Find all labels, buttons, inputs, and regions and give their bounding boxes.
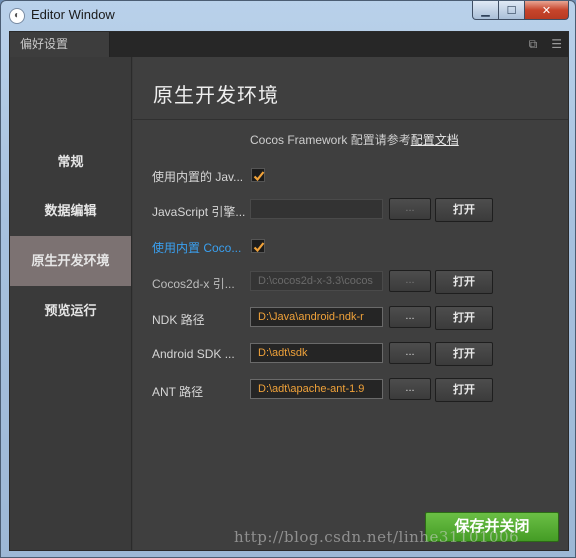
cocos2dx-open-button[interactable]: 打开 bbox=[435, 270, 493, 294]
editor-client-area: 偏好设置 ⧉ ☰ 常规 数据编辑 原生开发环境 预览运行 原生开发环境 Coco… bbox=[9, 31, 569, 551]
window-title: Editor Window bbox=[31, 7, 115, 22]
popout-icon[interactable]: ⧉ bbox=[529, 37, 538, 52]
ant-open-button[interactable]: 打开 bbox=[435, 378, 493, 402]
builtin-cocos-checkbox[interactable] bbox=[251, 239, 265, 253]
builtin-js-label: 使用内置的 Jav... bbox=[152, 170, 244, 184]
tab-tools: ⧉ ☰ bbox=[529, 37, 562, 52]
js-engine-open-button[interactable]: 打开 bbox=[435, 198, 493, 222]
doc-hint-text: Cocos Framework 配置请参考 bbox=[250, 133, 411, 147]
checkmark-icon bbox=[253, 242, 265, 253]
android-sdk-open-button[interactable]: 打开 bbox=[435, 342, 493, 366]
android-sdk-label: Android SDK ... bbox=[152, 347, 235, 361]
doc-link[interactable]: 配置文档 bbox=[411, 133, 459, 147]
ndk-label: NDK 路径 bbox=[152, 313, 205, 327]
minimize-icon: ▁ bbox=[481, 4, 490, 17]
android-sdk-browse-button[interactable]: ... bbox=[389, 342, 431, 364]
maximize-icon: ☐ bbox=[506, 4, 517, 17]
cocos2dx-path-field: D:\cocos2d-x-3.3\cocos bbox=[250, 271, 383, 291]
title-bar[interactable]: ◐ Editor Window ▁ ☐ ✕ bbox=[1, 1, 575, 31]
menu-icon[interactable]: ☰ bbox=[551, 37, 562, 52]
checkmark-icon bbox=[253, 171, 265, 182]
title-divider bbox=[133, 119, 568, 120]
js-engine-label: JavaScript 引擎... bbox=[152, 205, 246, 219]
close-icon: ✕ bbox=[541, 4, 552, 17]
editor-window: ◐ Editor Window ▁ ☐ ✕ 偏好设置 ⧉ ☰ 常规 数据编辑 原… bbox=[0, 0, 576, 558]
window-controls: ▁ ☐ ✕ bbox=[472, 1, 569, 21]
builtin-js-checkbox[interactable] bbox=[251, 168, 265, 182]
preferences-sidebar: 常规 数据编辑 原生开发环境 预览运行 bbox=[10, 57, 132, 550]
watermark: http://blog.csdn.net/linhe31101006 bbox=[234, 528, 520, 546]
settings-panel: 原生开发环境 Cocos Framework 配置请参考配置文档 使用内置的 J… bbox=[133, 57, 568, 550]
cocos-logo-icon: ◐ bbox=[9, 8, 25, 24]
sidebar-item-data-edit[interactable]: 数据编辑 bbox=[10, 186, 131, 236]
ant-browse-button[interactable]: ... bbox=[389, 378, 431, 400]
tab-bar: 偏好设置 ⧉ ☰ bbox=[10, 32, 568, 57]
android-sdk-path-field[interactable]: D:\adt\sdk bbox=[250, 343, 383, 363]
js-engine-path-field[interactable] bbox=[250, 199, 383, 219]
js-engine-browse-button[interactable]: ... bbox=[389, 198, 431, 220]
sidebar-item-preview-run[interactable]: 预览运行 bbox=[10, 286, 131, 336]
ant-path-field[interactable]: D:\adt\apache-ant-1.9 bbox=[250, 379, 383, 399]
sidebar-item-native-env[interactable]: 原生开发环境 bbox=[10, 236, 131, 286]
sidebar-item-general[interactable]: 常规 bbox=[10, 137, 131, 187]
builtin-cocos-label: 使用内置 Coco... bbox=[152, 241, 242, 255]
doc-hint: Cocos Framework 配置请参考配置文档 bbox=[250, 131, 459, 148]
page-title: 原生开发环境 bbox=[153, 85, 279, 107]
ndk-browse-button[interactable]: ... bbox=[389, 306, 431, 328]
ant-label: ANT 路径 bbox=[152, 385, 204, 399]
close-button[interactable]: ✕ bbox=[525, 1, 569, 20]
cocos2dx-browse-button[interactable]: ... bbox=[389, 270, 431, 292]
ndk-path-field[interactable]: D:\Java\android-ndk-r bbox=[250, 307, 383, 327]
maximize-button[interactable]: ☐ bbox=[499, 1, 525, 20]
cocos2dx-label: Cocos2d-x 引... bbox=[152, 277, 235, 291]
ndk-open-button[interactable]: 打开 bbox=[435, 306, 493, 330]
minimize-button[interactable]: ▁ bbox=[472, 1, 499, 20]
tab-preferences[interactable]: 偏好设置 bbox=[10, 32, 110, 57]
